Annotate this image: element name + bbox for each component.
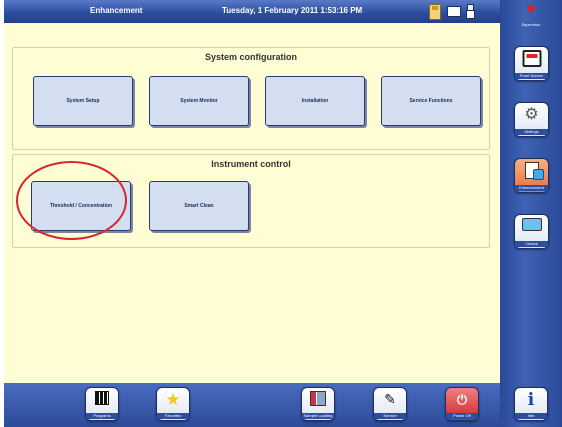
clean-icon (521, 218, 542, 231)
sidebar-item-label: Cleans (515, 241, 548, 247)
sidebar-item-label: Settings (515, 129, 548, 135)
gear-icon: ⚙ (524, 106, 539, 123)
sidebar-item-cleans[interactable]: Cleans (514, 214, 549, 249)
sidebar: ♥ Supervisor Front Screen ⚙ Settings Enh… (500, 0, 562, 427)
save-disk-icon[interactable] (429, 4, 441, 20)
wrench-icon: ✎ (384, 391, 396, 407)
app-window: Enhancement Tuesday, 1 February 2011 1:5… (0, 0, 562, 427)
sidebar-item-settings[interactable]: ⚙ Settings (514, 102, 549, 137)
button-label: Favorites (157, 413, 189, 419)
user-label: Supervisor (521, 22, 541, 27)
highlight-circle (16, 161, 127, 240)
monitor-icon (522, 50, 541, 67)
sidebar-item-label: Front Screen (515, 73, 548, 79)
grid-icon (95, 391, 109, 405)
button-label: Programs (86, 413, 118, 419)
star-icon: ★ (165, 390, 181, 409)
favorites-button[interactable]: ★ Favorites (156, 387, 190, 421)
info-icon: i (527, 390, 535, 410)
sample-icon (310, 391, 326, 406)
group-title: System configuration (204, 52, 297, 62)
button-label: Info (515, 413, 547, 419)
system-configuration-group: System configuration System Setup System… (12, 47, 490, 150)
programs-button[interactable]: Programs (85, 387, 119, 421)
power-off-button[interactable]: ⏻ Power Off (445, 387, 479, 421)
user-indicator[interactable]: ♥ Supervisor (506, 2, 556, 32)
service-functions-button[interactable]: Service Functions (381, 76, 481, 126)
installation-button[interactable]: Installation (265, 76, 365, 126)
sidebar-item-label: Enhancement (515, 185, 548, 191)
sidebar-item-front-screen[interactable]: Front Screen (514, 46, 549, 81)
sidebar-item-enhancement[interactable]: Enhancement (514, 158, 549, 193)
sample-loading-button[interactable]: Sample Loading (301, 387, 335, 421)
service-button[interactable]: ✎ Service (373, 387, 407, 421)
system-setup-button[interactable]: System Setup (33, 76, 133, 126)
button-label: Service (374, 413, 406, 419)
button-label: Sample Loading (302, 413, 334, 419)
date-time: Tuesday, 1 February 2011 1:53:16 PM (222, 6, 363, 15)
smart-clean-button[interactable]: Smart Clean (149, 181, 249, 231)
info-button[interactable]: i Info (514, 387, 548, 421)
system-monitor-button[interactable]: System Monitor (149, 76, 249, 126)
button-label: Power Off (446, 413, 478, 419)
display-icon[interactable] (447, 6, 461, 17)
top-bar: Enhancement Tuesday, 1 February 2011 1:5… (4, 0, 500, 23)
document-icon (524, 162, 544, 180)
power-icon: ⏻ (456, 392, 468, 407)
bottom-bar: Programs ★ Favorites Sample Loading ✎ Se… (4, 383, 500, 427)
usb-icon[interactable] (466, 4, 475, 19)
page-title: Enhancement (90, 6, 143, 15)
heart-icon: ♥ (526, 1, 536, 18)
